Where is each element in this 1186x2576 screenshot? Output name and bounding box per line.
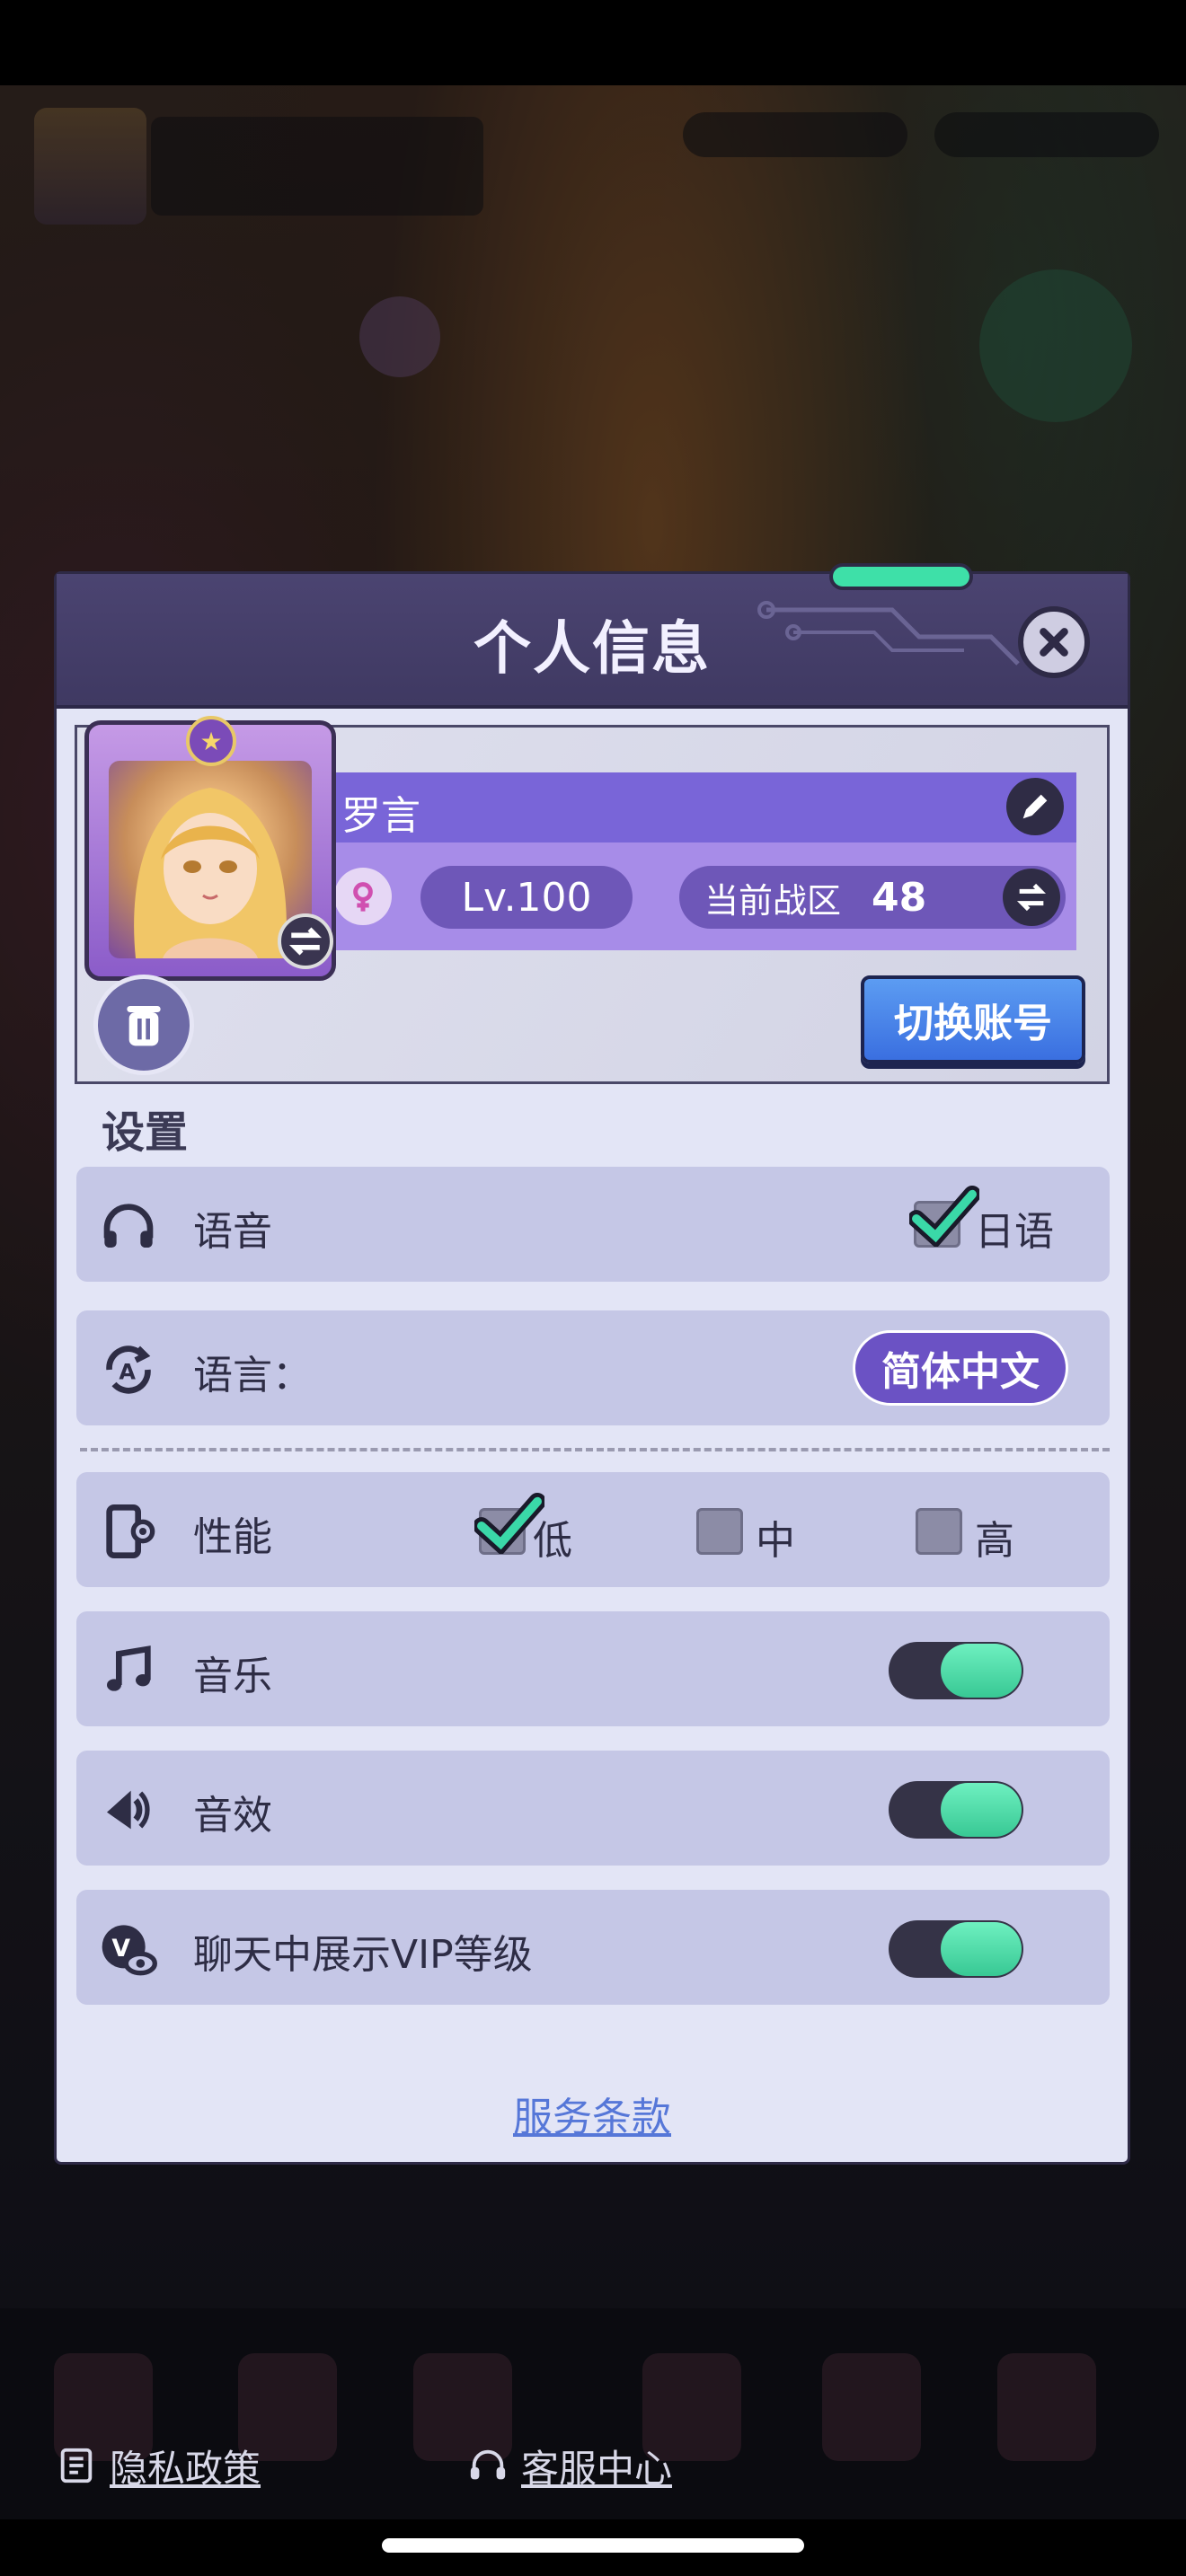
vip-display-label: 聊天中展示VIP等级 — [193, 1932, 533, 1978]
privacy-policy-link[interactable]: 隐私政策 — [56, 2439, 261, 2492]
swap-icon — [1016, 883, 1047, 912]
toggle-knob — [941, 1922, 1022, 1976]
language-select[interactable]: 简体中文 — [853, 1330, 1068, 1406]
privacy-policy-label: 隐私政策 — [110, 2446, 261, 2491]
music-note-icon — [107, 1645, 151, 1691]
performance-medium-label: 中 — [756, 1518, 795, 1564]
star-icon: ★ — [186, 716, 236, 766]
performance-setting-row: 性能 低 中 高 — [76, 1472, 1110, 1587]
level-badge: Lv.100 — [420, 866, 633, 929]
trash-icon — [127, 1006, 161, 1046]
pencil-icon — [1022, 794, 1048, 819]
sound-effects-setting-row: 音效 — [76, 1751, 1110, 1866]
speaker-icon — [107, 1790, 150, 1830]
voice-label: 语音 — [193, 1209, 272, 1255]
switch-zone-button[interactable] — [1003, 869, 1060, 926]
zone-label: 当前战区 — [704, 880, 842, 921]
settings-section-title: 设置 — [102, 1107, 189, 1158]
performance-low-checkbox[interactable] — [474, 1492, 544, 1555]
vip-display-toggle[interactable] — [889, 1920, 1023, 1978]
customer-service-link[interactable]: 客服中心 — [467, 2439, 672, 2492]
current-zone: 当前战区 48 — [679, 866, 1066, 929]
language-setting-row: A 语言： 简体中文 — [76, 1310, 1110, 1425]
headset-icon — [470, 2449, 506, 2480]
close-icon — [1040, 628, 1068, 657]
change-avatar-icon[interactable] — [278, 913, 333, 969]
document-icon — [60, 2448, 93, 2483]
customer-service-label: 客服中心 — [521, 2446, 673, 2491]
music-setting-row: 音乐 — [76, 1611, 1110, 1726]
switch-account-button[interactable]: 切换账号 — [861, 975, 1085, 1063]
voice-japanese-label: 日语 — [975, 1209, 1054, 1255]
profile-settings-dialog: 个人信息 罗言 Lv.100 当前战区 48 ★ 切换账号 设置 语音 日语 A… — [54, 563, 1130, 2165]
toggle-knob — [941, 1644, 1022, 1698]
dialog-title: 个人信息 — [474, 616, 711, 683]
phone-settings-icon — [106, 1504, 155, 1558]
performance-low-label: 低 — [533, 1518, 572, 1564]
status-bar — [0, 0, 1186, 85]
voice-japanese-checkbox[interactable] — [909, 1185, 979, 1248]
language-label: 语言： — [193, 1353, 312, 1398]
checkmark-icon — [909, 1185, 979, 1247]
performance-high-checkbox[interactable] — [916, 1508, 962, 1555]
close-button[interactable] — [1018, 606, 1090, 678]
name-bar: 罗言 — [322, 772, 1076, 842]
terms-of-service-link[interactable]: 服务条款 — [57, 2085, 1128, 2142]
home-indicator[interactable] — [382, 2538, 804, 2553]
toggle-knob — [941, 1783, 1022, 1837]
header-glow-accent — [829, 563, 973, 590]
voice-setting-row: 语音 日语 — [76, 1167, 1110, 1282]
performance-high-label: 高 — [975, 1518, 1014, 1564]
female-icon — [334, 868, 392, 925]
performance-label: 性能 — [193, 1514, 272, 1560]
music-label: 音乐 — [193, 1654, 272, 1699]
vip-eye-icon: V — [102, 1925, 157, 1976]
profile-card: 罗言 Lv.100 当前战区 48 ★ 切换账号 — [75, 716, 1110, 1084]
performance-medium-checkbox[interactable] — [696, 1508, 743, 1555]
headphones-icon — [103, 1204, 154, 1248]
sound-effects-toggle[interactable] — [889, 1781, 1023, 1839]
player-name: 罗言 — [341, 793, 420, 839]
vip-display-setting-row: V 聊天中展示VIP等级 — [76, 1890, 1110, 2005]
info-bar: Lv.100 当前战区 48 — [322, 842, 1076, 950]
avatar-frame[interactable]: ★ — [84, 716, 336, 981]
language-icon: A — [106, 1345, 151, 1394]
edit-name-button[interactable] — [1006, 778, 1064, 835]
dialog-header: 个人信息 — [57, 574, 1128, 709]
delete-account-button[interactable] — [93, 975, 194, 1075]
sound-effects-label: 音效 — [193, 1793, 272, 1839]
zone-value: 48 — [872, 874, 927, 921]
divider — [80, 1448, 1110, 1451]
music-toggle[interactable] — [889, 1642, 1023, 1699]
svg-text:A: A — [119, 1360, 136, 1385]
